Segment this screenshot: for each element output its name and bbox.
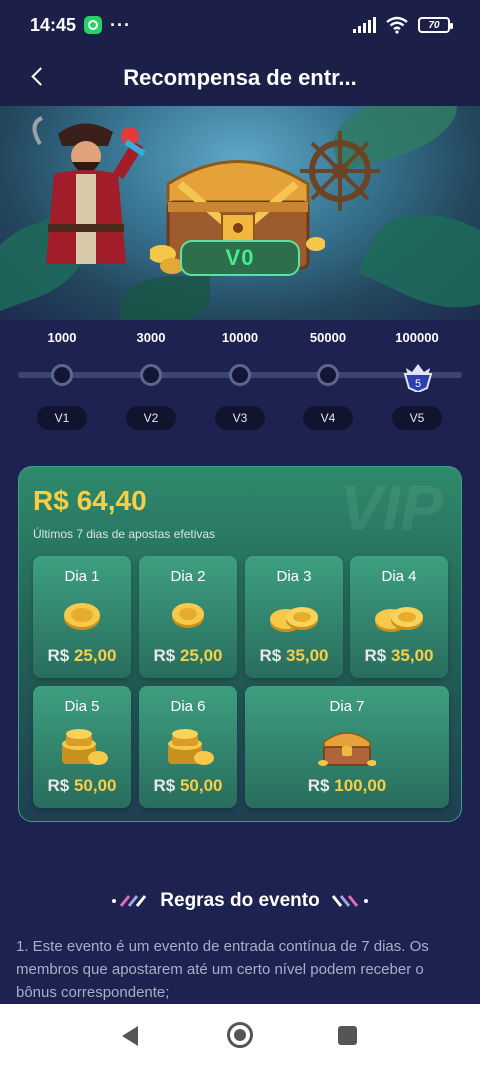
day-label: Dia 7 bbox=[329, 698, 365, 715]
level-node bbox=[51, 364, 73, 386]
treasure-chest-icon bbox=[318, 732, 376, 766]
status-time: 14:45 bbox=[30, 14, 77, 35]
day-label: Dia 2 bbox=[170, 568, 206, 585]
vip-badge-number: 5 bbox=[415, 378, 421, 390]
battery-icon: 70 bbox=[418, 17, 453, 33]
signal-icon bbox=[353, 17, 376, 33]
more-notifications-icon: ··· bbox=[110, 14, 132, 35]
threshold-label: 1000 bbox=[47, 330, 77, 345]
decoration-left-icon bbox=[112, 895, 147, 907]
threshold-label: 3000 bbox=[136, 330, 166, 345]
coin-stack-icon bbox=[62, 729, 108, 765]
pirate-character-icon bbox=[32, 116, 146, 264]
page-title: Recompensa de entr... bbox=[123, 65, 357, 90]
whatsapp-icon bbox=[84, 16, 103, 34]
back-arrow-icon[interactable] bbox=[28, 64, 52, 88]
nav-back-icon[interactable] bbox=[122, 1026, 138, 1046]
level-pill-v1: V1 bbox=[37, 406, 87, 430]
vip-crown-badge-icon: 5 bbox=[403, 364, 433, 392]
page-header: Recompensa de entr... bbox=[0, 50, 480, 106]
day-value: R$ 50,00 bbox=[153, 776, 223, 795]
level-node bbox=[317, 364, 339, 386]
day-reward-1[interactable]: Dia 1 R$ 25,00 bbox=[33, 556, 131, 678]
current-level-badge: V0 bbox=[180, 240, 300, 276]
rules-title: Regras do evento bbox=[160, 890, 320, 911]
level-pill-v3: V3 bbox=[215, 406, 265, 430]
level-pill-v4: V4 bbox=[303, 406, 353, 430]
day-reward-6[interactable]: Dia 6 R$ 50,00 bbox=[139, 686, 237, 808]
system-nav-bar bbox=[0, 1004, 480, 1066]
coins-icon bbox=[270, 607, 318, 632]
day-value: R$ 25,00 bbox=[47, 646, 117, 665]
day-reward-5[interactable]: Dia 5 R$ 50,00 bbox=[33, 686, 131, 808]
coins-icon bbox=[375, 607, 423, 632]
vip-watermark: VIP bbox=[339, 472, 443, 544]
day-label: Dia 1 bbox=[64, 568, 100, 585]
level-node bbox=[229, 364, 251, 386]
wifi-icon bbox=[386, 16, 408, 34]
battery-level: 70 bbox=[428, 19, 440, 31]
coin-icon bbox=[172, 603, 204, 628]
status-bar: 14:45 ··· 70 bbox=[0, 0, 480, 50]
reward-card: VIP R$ 64,40 Últimos 7 dias de apostas e… bbox=[18, 466, 462, 822]
day-label: Dia 3 bbox=[276, 568, 312, 585]
day-reward-3[interactable]: Dia 3 R$ 35,00 bbox=[245, 556, 343, 678]
coin-icon bbox=[64, 603, 100, 630]
day-value: R$ 50,00 bbox=[47, 776, 117, 795]
nav-home-icon[interactable] bbox=[227, 1022, 253, 1048]
day-label: Dia 4 bbox=[381, 568, 417, 585]
rules-heading: Regras do evento bbox=[0, 890, 480, 912]
rules-text: 1. Este evento é um evento de entrada co… bbox=[16, 938, 429, 1001]
vip-progress: 1000 3000 10000 50000 100000 5 V1 V2 V3 … bbox=[0, 320, 480, 440]
decoration-right-icon bbox=[331, 895, 368, 907]
level-pill-v2: V2 bbox=[126, 406, 176, 430]
coin-stack-icon bbox=[168, 729, 214, 765]
day-value: R$ 100,00 bbox=[307, 776, 387, 795]
day-value: R$ 35,00 bbox=[259, 646, 329, 665]
threshold-label: 50000 bbox=[309, 330, 347, 345]
level-node bbox=[140, 364, 162, 386]
day-value: R$ 35,00 bbox=[364, 646, 434, 665]
level-pill-v5: V5 bbox=[392, 406, 442, 430]
threshold-label: 10000 bbox=[221, 330, 259, 345]
day-label: Dia 5 bbox=[64, 698, 100, 715]
day-value: R$ 25,00 bbox=[153, 646, 223, 665]
threshold-label: 100000 bbox=[395, 330, 439, 345]
day-reward-4[interactable]: Dia 4 R$ 35,00 bbox=[350, 556, 448, 678]
day-reward-7[interactable]: Dia 7 R$ 100,00 bbox=[245, 686, 449, 808]
reward-banner: V0 bbox=[0, 106, 480, 320]
day-label: Dia 6 bbox=[170, 698, 206, 715]
bet-amount-caption: Últimos 7 dias de apostas efetivas bbox=[33, 527, 216, 541]
bet-amount: R$ 64,40 bbox=[33, 485, 147, 516]
day-reward-2[interactable]: Dia 2 R$ 25,00 bbox=[139, 556, 237, 678]
nav-recents-icon[interactable] bbox=[338, 1026, 357, 1045]
